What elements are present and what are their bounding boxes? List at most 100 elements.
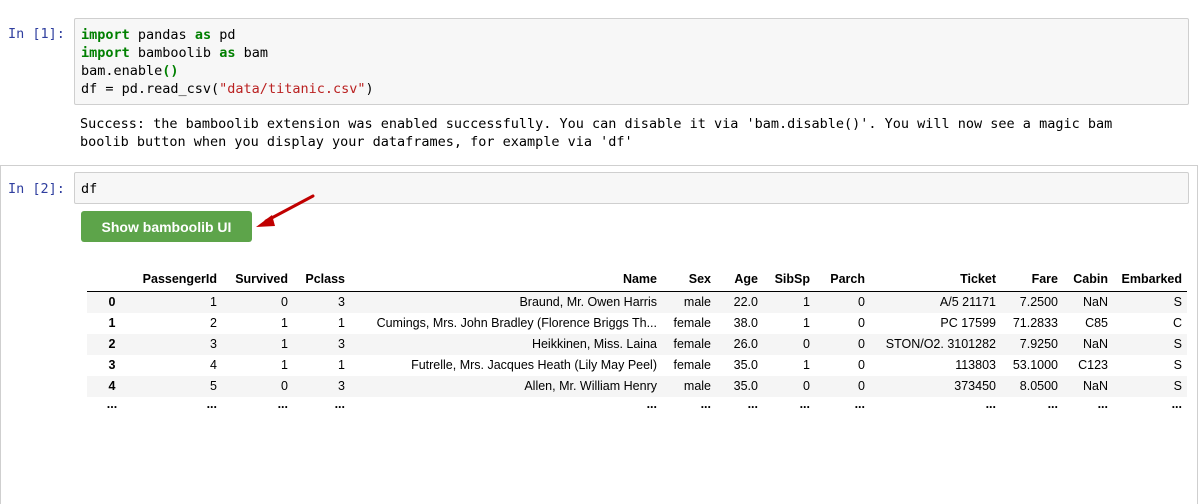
dataframe-table: PassengerId Survived Pclass Name Sex Age SibSp… xyxy=(87,266,1187,412)
ellipsis-cell: ... xyxy=(1001,397,1063,412)
column-header: Sex xyxy=(662,266,716,292)
ellipsis-cell: ... xyxy=(716,397,763,412)
code-token: bam xyxy=(235,45,268,61)
code-token: as xyxy=(219,45,236,61)
ellipsis-cell: ... xyxy=(763,397,815,412)
table-cell: 1 xyxy=(210,295,217,309)
table-cell: female xyxy=(673,337,711,351)
table-cell: C xyxy=(1172,316,1182,330)
cell-1-code-editor[interactable]: import pandas as pd import bamboolib as b… xyxy=(74,18,1189,105)
table-cell: S xyxy=(1173,295,1182,309)
table-cell: 53.1000 xyxy=(1012,358,1058,372)
table-cell: 373450 xyxy=(954,379,996,393)
table-cell: Allen, Mr. William Henry xyxy=(524,379,657,393)
ellipsis-cell: ... xyxy=(137,397,222,412)
table-cell: STON/O2. 3101282 xyxy=(885,337,996,351)
ellipsis-cell: ... xyxy=(870,397,1001,412)
red-arrow-icon xyxy=(256,194,315,227)
table-cell: 0 xyxy=(281,295,288,309)
table-cell: 0 xyxy=(803,379,810,393)
code-token: "data/titanic.csv" xyxy=(219,81,366,97)
cell-2-code-editor[interactable]: df xyxy=(74,172,1189,204)
table-cell: Cumings, Mrs. John Bradley (Florence Bri… xyxy=(376,316,657,330)
cell-1-code: import pandas as pd import bamboolib as b… xyxy=(81,26,1182,98)
table-cell: male xyxy=(683,379,711,393)
code-line: import pandas as pd xyxy=(81,26,1182,44)
column-header: SibSp xyxy=(763,266,815,292)
table-cell: NaN xyxy=(1082,337,1108,351)
row-index: 4 xyxy=(108,379,116,393)
table-cell: 0 xyxy=(858,295,865,309)
table-cell: 0 xyxy=(858,358,865,372)
table-cell: 3 xyxy=(210,337,217,351)
table-cell: 1 xyxy=(338,358,345,372)
table-header-row: PassengerId Survived Pclass Name Sex Age SibSp… xyxy=(87,266,1187,292)
table-cell: 38.0 xyxy=(733,316,758,330)
table-cell: 113803 xyxy=(955,358,996,372)
table-cell: 0 xyxy=(281,379,288,393)
code-token: bam.enable xyxy=(81,63,163,79)
ellipsis-row: ....................................... xyxy=(87,397,1187,412)
column-header: Fare xyxy=(1001,266,1063,292)
column-header: Parch xyxy=(815,266,870,292)
code-line: df = pd.read_csv("data/titanic.csv") xyxy=(81,80,1182,98)
ellipsis-cell: ... xyxy=(350,397,662,412)
column-header: Cabin xyxy=(1063,266,1113,292)
table-cell: 1 xyxy=(803,358,810,372)
table-cell: female xyxy=(673,316,711,330)
table-cell: 1 xyxy=(281,316,288,330)
row-index: 1 xyxy=(108,316,116,330)
code-token: import xyxy=(81,45,130,61)
column-header: Ticket xyxy=(870,266,1001,292)
table-cell: 71.2833 xyxy=(1012,316,1058,330)
table-cell: PC 17599 xyxy=(940,316,996,330)
show-bamboolib-ui-button[interactable]: Show bamboolib UI xyxy=(81,211,252,242)
code-token: pandas xyxy=(129,27,195,43)
table-row: 1 2 1 1 Cumings, Mrs. John Bradley (Florence… xyxy=(87,313,1187,334)
table-cell: NaN xyxy=(1082,379,1108,393)
column-header: Embarked xyxy=(1113,266,1187,292)
output-line: Success: the bamboolib extension was ena… xyxy=(80,116,1113,132)
ellipsis-cell: ... xyxy=(87,397,137,412)
table-cell: C123 xyxy=(1078,358,1108,372)
ellipsis-cell: ... xyxy=(293,397,350,412)
code-token: as xyxy=(194,27,212,43)
table-cell: 1 xyxy=(281,337,288,351)
table-cell: female xyxy=(673,358,711,372)
table-cell: NaN xyxy=(1082,295,1108,309)
table-cell: 5 xyxy=(210,379,217,393)
column-header: Name xyxy=(350,266,662,292)
table-cell: Heikkinen, Miss. Laina xyxy=(531,337,657,351)
column-header: PassengerId xyxy=(137,266,222,292)
code-line: bam.enable() xyxy=(81,62,1182,80)
output-line: boolib button when you display your data… xyxy=(80,134,633,150)
table-cell: 1 xyxy=(803,316,810,330)
table-row: 0 1 0 3 Braund, Mr. Owen Harris male 22.0 1 0 A/5… xyxy=(87,291,1187,313)
table-cell: 26.0 xyxy=(733,337,758,351)
ellipsis-cell: ... xyxy=(662,397,716,412)
code-line: import bamboolib as bam xyxy=(81,44,1182,62)
ellipsis-cell: ... xyxy=(1063,397,1113,412)
ellipsis-cell: ... xyxy=(1113,397,1187,412)
table-cell: 3 xyxy=(338,337,345,351)
table-cell: S xyxy=(1173,379,1182,393)
table-cell: 0 xyxy=(858,379,865,393)
cell-2-code: df xyxy=(81,181,98,197)
table-row: 4 5 0 3 Allen, Mr. William Henry male 35.0 0 0 37… xyxy=(87,376,1187,397)
row-index: 0 xyxy=(108,295,116,309)
table-cell: 1 xyxy=(338,316,345,330)
code-token: import xyxy=(81,27,130,43)
table-body: 0 1 0 3 Braund, Mr. Owen Harris male 22.0 1 0 A/5… xyxy=(87,291,1187,412)
table-cell: 1 xyxy=(803,295,810,309)
table-cell: 4 xyxy=(210,358,217,372)
code-token: () xyxy=(162,63,179,79)
column-header xyxy=(87,266,137,292)
table-cell: 35.0 xyxy=(733,379,758,393)
table-cell: 22.0 xyxy=(733,295,758,309)
table-cell: 7.2500 xyxy=(1019,295,1058,309)
table-cell: 7.9250 xyxy=(1019,337,1058,351)
table-cell: 1 xyxy=(281,358,288,372)
table-cell: Futrelle, Mrs. Jacques Heath (Lily May P… xyxy=(411,358,657,372)
table-cell: 0 xyxy=(803,337,810,351)
column-header: Survived xyxy=(222,266,293,292)
